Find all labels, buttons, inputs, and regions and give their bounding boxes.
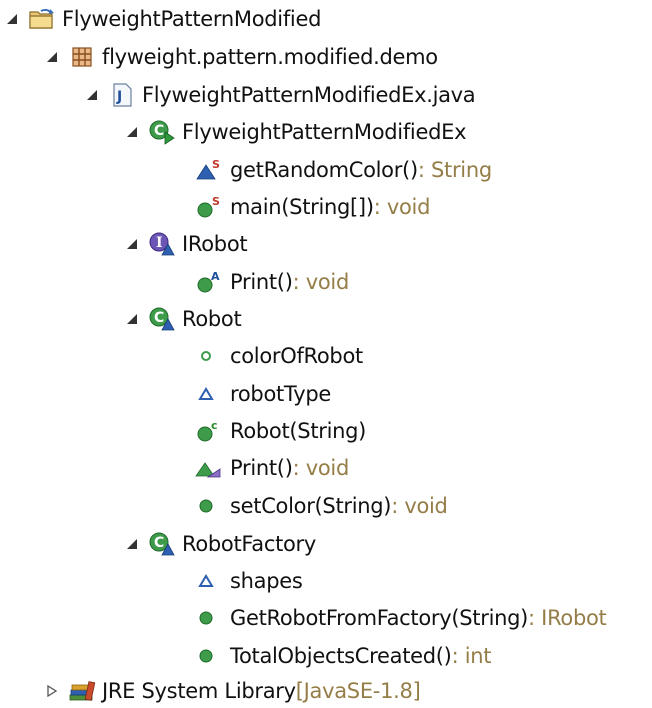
member-name: colorOfRobot — [230, 344, 363, 368]
tree-node-method[interactable]: S main(String[]) : void — [194, 190, 430, 224]
class-default-icon: C — [148, 531, 176, 557]
tree-node-constructor[interactable]: c Robot(String) — [194, 414, 366, 448]
svg-text:C: C — [154, 535, 164, 551]
expanded-arrow-icon[interactable] — [44, 49, 60, 65]
tree-node-project[interactable]: FlyweightPatternModified — [4, 2, 321, 36]
public-method-icon — [194, 643, 222, 669]
tree-node-field[interactable]: robotType — [194, 377, 331, 411]
tree-node-method[interactable]: A Print() : void — [194, 265, 349, 299]
tree-node-class-robot-factory[interactable]: C RobotFactory — [124, 527, 316, 561]
expanded-arrow-icon[interactable] — [124, 124, 140, 140]
member-type: : void — [391, 494, 448, 518]
library-icon — [68, 678, 96, 704]
project-label: FlyweightPatternModified — [62, 7, 322, 31]
tree-node-java-file[interactable]: J FlyweightPatternModifiedEx.java — [84, 78, 476, 112]
interface-label: IRobot — [182, 232, 248, 256]
member-name: Print() — [230, 270, 293, 294]
tree-node-class-robot[interactable]: C Robot — [124, 302, 242, 336]
svg-text:S: S — [212, 195, 220, 208]
svg-text:C: C — [154, 310, 164, 326]
java-file-icon: J — [108, 82, 136, 108]
member-type: : void — [292, 456, 350, 480]
override-default-method-icon — [194, 455, 222, 481]
field-default-icon — [194, 568, 222, 594]
static-default-method-icon: S — [194, 157, 222, 183]
field-default-icon — [194, 381, 222, 407]
tree-node-jre-library[interactable]: JRE System Library [JavaSE-1.8] — [44, 674, 421, 708]
public-method-icon — [194, 605, 222, 631]
library-label: JRE System Library — [102, 679, 296, 703]
tree-node-class-main[interactable]: C FlyweightPatternModifiedEx — [124, 115, 467, 149]
member-name: main(String[]) — [230, 195, 374, 219]
member-name: Print() — [230, 456, 293, 480]
collapsed-arrow-icon[interactable] — [44, 683, 60, 699]
tree-node-method[interactable]: TotalObjectsCreated() : int — [194, 639, 492, 673]
member-name: GetRobotFromFactory(String) — [230, 606, 529, 630]
tree-node-method[interactable]: setColor(String) : void — [194, 489, 448, 523]
abstract-public-method-icon: A — [194, 269, 222, 295]
tree-node-method[interactable]: GetRobotFromFactory(String) : IRobot — [194, 601, 607, 635]
tree-node-method[interactable]: S getRandomColor() : String — [194, 153, 492, 187]
member-name: TotalObjectsCreated() — [230, 644, 452, 668]
package-icon — [68, 44, 96, 70]
tree-node-method[interactable]: Print() : void — [194, 451, 349, 485]
static-public-method-icon: S — [194, 194, 222, 220]
expanded-arrow-icon[interactable] — [84, 87, 100, 103]
tree-node-field[interactable]: shapes — [194, 564, 303, 598]
member-type: : IRobot — [528, 606, 607, 630]
class-default-icon: C — [148, 306, 176, 332]
interface-default-icon: I — [148, 231, 176, 257]
svg-text:c: c — [211, 419, 218, 432]
expanded-arrow-icon[interactable] — [4, 11, 20, 27]
field-public-icon — [194, 343, 222, 369]
svg-text:J: J — [116, 89, 122, 105]
member-name: shapes — [230, 569, 303, 593]
member-name: getRandomColor() — [230, 158, 418, 182]
expanded-arrow-icon[interactable] — [124, 311, 140, 327]
member-name: setColor(String) — [230, 494, 392, 518]
package-label: flyweight.pattern.modified.demo — [102, 45, 438, 69]
member-type: : void — [292, 270, 350, 294]
library-qualifier: [JavaSE-1.8] — [295, 679, 421, 703]
tree-node-field[interactable]: colorOfRobot — [194, 339, 363, 373]
svg-text:A: A — [211, 270, 220, 283]
class-label: Robot — [182, 307, 242, 331]
tree-node-interface[interactable]: I IRobot — [124, 227, 248, 261]
public-method-icon — [194, 493, 222, 519]
java-project-icon — [28, 6, 56, 32]
tree-node-package[interactable]: flyweight.pattern.modified.demo — [44, 40, 438, 74]
java-file-label: FlyweightPatternModifiedEx.java — [142, 83, 476, 107]
expanded-arrow-icon[interactable] — [124, 536, 140, 552]
class-label: FlyweightPatternModifiedEx — [182, 120, 467, 144]
svg-text:I: I — [156, 235, 163, 251]
member-type: : int — [451, 644, 492, 668]
expanded-arrow-icon[interactable] — [124, 236, 140, 252]
constructor-icon: c — [194, 418, 222, 444]
member-type: : String — [417, 158, 492, 182]
class-label: RobotFactory — [182, 532, 317, 556]
member-type: : void — [373, 195, 431, 219]
svg-text:C: C — [154, 123, 164, 139]
member-name: Robot(String) — [230, 419, 367, 443]
member-name: robotType — [230, 382, 331, 406]
svg-text:S: S — [212, 158, 220, 171]
class-runnable-icon: C — [148, 119, 176, 145]
